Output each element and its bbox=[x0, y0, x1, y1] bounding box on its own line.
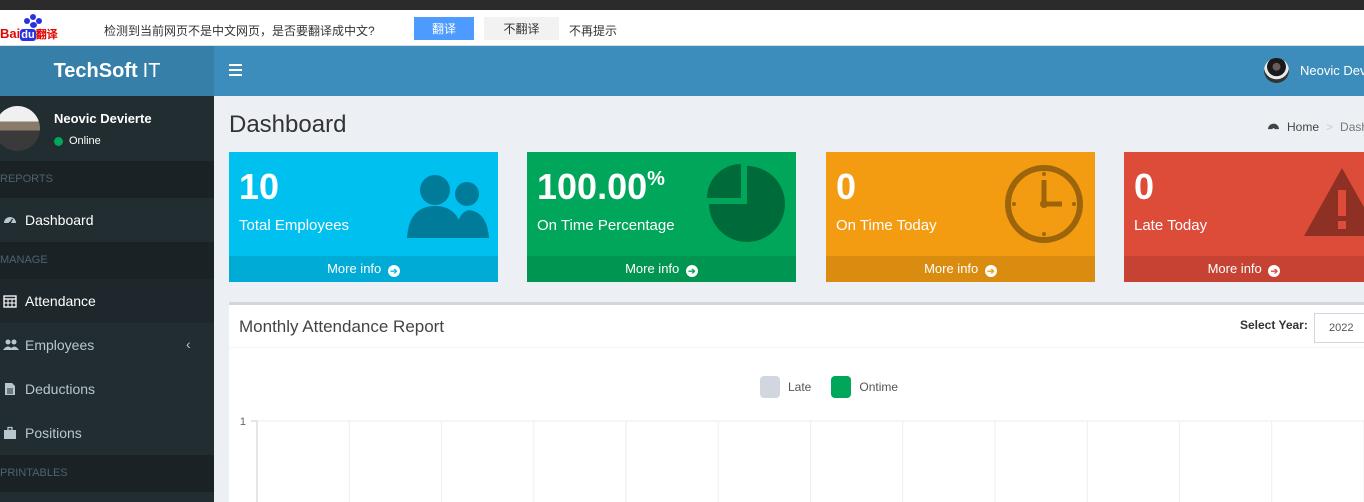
sidebar-item-employees[interactable]: Employees ‹ bbox=[0, 323, 214, 367]
legend-swatch bbox=[760, 376, 780, 398]
sidebar-item-label: Attendance bbox=[25, 293, 96, 309]
baidu-du-text: du bbox=[20, 29, 36, 41]
sidebar-item-label: Deductions bbox=[25, 381, 96, 397]
baidu-brand-text: Bai bbox=[0, 26, 21, 41]
sidebar-header-printables: PRINTABLES bbox=[0, 455, 214, 492]
sidebar-toggle-icon[interactable] bbox=[229, 64, 242, 76]
sidebar-item-deductions[interactable]: Deductions bbox=[0, 367, 214, 411]
arrow-circle-right-icon: ➔ bbox=[1268, 265, 1281, 277]
user-panel: Neovic Devierte Online bbox=[0, 96, 214, 160]
calendar-icon bbox=[3, 294, 17, 308]
box-label: Total Employees bbox=[239, 217, 350, 234]
dont-show-again-link[interactable]: 不再提示 bbox=[569, 22, 617, 39]
total-employees-box: 10 Total Employees More info ➔ bbox=[229, 152, 498, 282]
panel-divider bbox=[229, 347, 1364, 348]
browser-top-strip bbox=[0, 0, 1364, 10]
sidebar-user-name: Neovic Devierte bbox=[54, 111, 152, 126]
legend-swatch bbox=[831, 376, 852, 398]
warning-icon bbox=[1302, 166, 1364, 243]
monthly-attendance-panel: Monthly Attendance Report Select Year: 2… bbox=[229, 302, 1364, 502]
breadcrumb: Home > Dashb bbox=[1267, 120, 1364, 134]
sidebar-item-positions[interactable]: Positions bbox=[0, 411, 214, 455]
logo-bold-text: TechSoft bbox=[53, 59, 138, 82]
baidu-logo: Baidu翻译 bbox=[0, 14, 70, 42]
briefcase-icon bbox=[3, 426, 17, 440]
on-time-today-box: 0 On Time Today More info ➔ bbox=[826, 152, 1095, 282]
translate-button[interactable]: 翻译 bbox=[414, 17, 474, 40]
top-navbar: Neovic Devierte bbox=[214, 46, 1364, 96]
legend-label: Ontime bbox=[859, 380, 899, 394]
chart-title: Monthly Attendance Report bbox=[239, 317, 445, 336]
nav-user-name: Neovic Devierte bbox=[1300, 63, 1364, 78]
breadcrumb-current: Dashb bbox=[1340, 120, 1364, 134]
baidu-translate-text: 翻译 bbox=[35, 29, 58, 41]
box-label: Late Today bbox=[1134, 217, 1208, 234]
dashboard-icon bbox=[3, 213, 17, 227]
online-status: Online bbox=[54, 135, 101, 147]
box-value: 0 bbox=[836, 166, 857, 207]
late-today-box: 0 Late Today More info ➔ bbox=[1124, 152, 1364, 282]
breadcrumb-separator: > bbox=[1326, 120, 1334, 134]
legend-item-late[interactable]: Late bbox=[760, 376, 823, 398]
arrow-circle-right-icon: ➔ bbox=[984, 265, 997, 277]
users-icon bbox=[3, 338, 19, 352]
sidebar-item-label: Employees bbox=[25, 337, 95, 353]
box-value: 0 bbox=[1134, 166, 1155, 207]
legend-item-ontime[interactable]: Ontime bbox=[831, 376, 910, 398]
attendance-bar-chart: 1 bbox=[240, 416, 1364, 502]
users-icon bbox=[407, 170, 489, 247]
sidebar: Neovic Devierte Online REPORTS Dashboard… bbox=[0, 96, 214, 502]
avatar bbox=[1264, 58, 1289, 83]
sidebar-item-label: Dashboard bbox=[25, 212, 94, 228]
more-info-link[interactable]: More info ➔ bbox=[229, 256, 498, 282]
box-label: On Time Percentage bbox=[537, 217, 675, 234]
status-dot-icon bbox=[54, 136, 63, 146]
translate-message: 检测到当前网页不是中文网页，是否要翻译成中文? bbox=[104, 24, 375, 38]
status-text: Online bbox=[69, 135, 101, 147]
no-translate-button[interactable]: 不翻译 bbox=[484, 17, 559, 40]
sidebar-avatar bbox=[0, 106, 40, 151]
sidebar-item-label: Positions bbox=[25, 425, 82, 441]
sidebar-header-manage: MANAGE bbox=[0, 242, 214, 279]
sidebar-item-attendance[interactable]: Attendance bbox=[0, 279, 214, 323]
y-tick-label: 1 bbox=[240, 416, 246, 428]
arrow-circle-right-icon: ➔ bbox=[387, 265, 400, 277]
select-year-label: Select Year: bbox=[1240, 318, 1308, 332]
page-title: Dashboard bbox=[229, 111, 347, 138]
more-info-link[interactable]: More info ➔ bbox=[826, 256, 1095, 282]
chevron-left-icon: ‹ bbox=[186, 336, 191, 352]
user-menu[interactable]: Neovic Devierte bbox=[1264, 58, 1364, 83]
more-info-link[interactable]: More info ➔ bbox=[1124, 256, 1364, 282]
legend-label: Late bbox=[788, 380, 812, 394]
app-logo[interactable]: TechSoft IT bbox=[0, 46, 214, 96]
box-value: 100.00% bbox=[537, 166, 665, 207]
breadcrumb-home[interactable]: Home bbox=[1287, 120, 1319, 134]
sidebar-header-reports: REPORTS bbox=[0, 161, 214, 198]
translate-bar: Baidu翻译 检测到当前网页不是中文网页，是否要翻译成中文? 翻译 不翻译 不… bbox=[0, 10, 1364, 46]
year-select[interactable]: 2022 bbox=[1314, 313, 1364, 343]
clock-icon bbox=[1004, 164, 1084, 249]
more-info-link[interactable]: More info ➔ bbox=[527, 256, 796, 282]
file-icon bbox=[3, 382, 17, 396]
logo-light-text: IT bbox=[142, 59, 161, 82]
dashboard-icon bbox=[1267, 120, 1280, 134]
arrow-circle-right-icon: ➔ bbox=[685, 265, 698, 277]
chart-legend: Late Ontime bbox=[760, 376, 918, 398]
on-time-percentage-box: 100.00% On Time Percentage More info ➔ bbox=[527, 152, 796, 282]
sidebar-item-dashboard[interactable]: Dashboard bbox=[0, 198, 214, 242]
box-label: On Time Today bbox=[836, 217, 937, 234]
box-value: 10 bbox=[239, 166, 280, 207]
pie-chart-icon bbox=[707, 164, 787, 249]
